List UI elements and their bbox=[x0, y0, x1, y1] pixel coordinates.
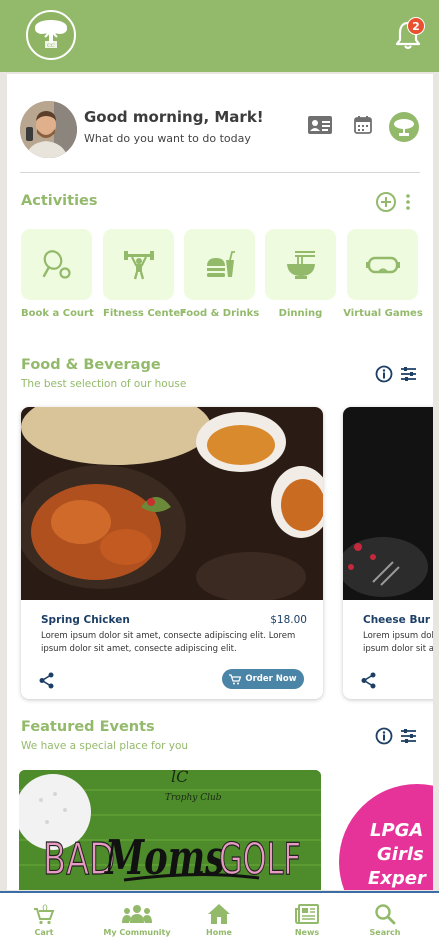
member-card-icon[interactable] bbox=[307, 115, 333, 135]
calendar-icon[interactable] bbox=[353, 115, 373, 135]
event-image: LPGA Girls Exper bbox=[339, 784, 433, 890]
event-image: lC Trophy Club BAD Moms GOLF bbox=[19, 770, 321, 890]
svg-text:LPGA: LPGA bbox=[370, 820, 423, 841]
info-icon[interactable] bbox=[375, 365, 393, 383]
notification-badge: 2 bbox=[407, 17, 425, 35]
weightlifting-icon bbox=[123, 250, 154, 279]
vr-headset-icon bbox=[365, 256, 400, 273]
activity-label: Book a Court bbox=[21, 308, 94, 319]
event-card[interactable]: LPGA Girls Exper bbox=[332, 770, 433, 890]
top-bar: CC 2 bbox=[0, 0, 439, 72]
activities-title: Activities bbox=[21, 193, 98, 209]
greeting-subtitle: What do you want to do today bbox=[84, 132, 251, 145]
svg-text:CC: CC bbox=[47, 43, 55, 49]
svg-text:Girls: Girls bbox=[377, 844, 424, 865]
nav-cart[interactable]: 0 Cart bbox=[4, 903, 84, 937]
tree-logo-icon: CC bbox=[35, 20, 67, 49]
greeting-section: Good morning, Mark! What do you want to … bbox=[20, 101, 420, 161]
cart-count: 0 bbox=[42, 904, 48, 914]
food-card-price: $18.00 bbox=[270, 614, 307, 626]
nav-label: Search bbox=[369, 928, 401, 937]
nav-label: Home bbox=[206, 928, 232, 937]
food-card[interactable]: Spring Chicken $18.00 Lorem ipsum dolor … bbox=[21, 407, 323, 699]
activity-label: Dinning bbox=[278, 308, 323, 319]
food-section-title: Food & Beverage bbox=[21, 357, 161, 373]
food-section-subtitle: The best selection of our house bbox=[21, 378, 187, 390]
tennis-racket-icon bbox=[42, 249, 71, 279]
activity-food-drinks[interactable] bbox=[184, 229, 255, 300]
user-photo bbox=[20, 101, 77, 158]
food-card[interactable]: Cheese Bur Lorem ipsum dolor sit amet, c… bbox=[343, 407, 433, 699]
bottom-nav: 0 Cart My Community Home News Search bbox=[0, 891, 439, 949]
share-icon[interactable] bbox=[361, 672, 377, 689]
cart-icon bbox=[229, 673, 242, 684]
info-icon[interactable] bbox=[375, 727, 393, 745]
filter-sliders-icon[interactable] bbox=[400, 727, 417, 745]
event-title-mid: Moms bbox=[104, 830, 225, 886]
svg-text:Exper: Exper bbox=[368, 868, 427, 889]
nav-news[interactable]: News bbox=[267, 903, 347, 937]
food-image bbox=[21, 407, 323, 600]
activity-book-a-court[interactable] bbox=[21, 229, 92, 300]
food-image bbox=[343, 407, 433, 600]
share-icon[interactable] bbox=[39, 672, 55, 689]
food-card-name: Spring Chicken bbox=[41, 614, 130, 626]
noodle-bowl-icon bbox=[286, 250, 315, 279]
nav-home[interactable]: Home bbox=[179, 903, 259, 937]
activity-label: Food & Drinks bbox=[179, 308, 260, 319]
divider bbox=[20, 172, 420, 173]
news-icon bbox=[295, 904, 319, 924]
nav-label: My Community bbox=[103, 928, 171, 937]
svg-text:Trophy Club: Trophy Club bbox=[165, 793, 222, 803]
event-card[interactable]: lC Trophy Club BAD Moms GOLF bbox=[19, 770, 321, 890]
activity-fitness-center[interactable] bbox=[103, 229, 174, 300]
community-icon bbox=[122, 905, 152, 923]
nav-my-community[interactable]: My Community bbox=[97, 903, 177, 937]
more-vertical-icon[interactable] bbox=[405, 193, 411, 211]
food-card-description: Lorem ipsum dolor sit amet, consecte adi… bbox=[41, 631, 296, 654]
activity-label: Virtual Games bbox=[343, 308, 423, 319]
order-now-button[interactable]: Order Now bbox=[222, 669, 304, 689]
main-content: Good morning, Mark! What do you want to … bbox=[7, 74, 433, 890]
nav-label: News bbox=[294, 928, 320, 937]
food-card-description: Lorem ipsum dolor sit amet, consecte adi… bbox=[363, 631, 433, 654]
order-now-label: Order Now bbox=[245, 674, 297, 684]
activity-dinning[interactable] bbox=[265, 229, 336, 300]
add-circle-icon[interactable] bbox=[375, 191, 397, 213]
activity-label: Fitness Center bbox=[103, 308, 186, 319]
nav-search[interactable]: Search bbox=[345, 903, 425, 937]
food-card-name: Cheese Bur bbox=[363, 614, 431, 626]
avatar[interactable] bbox=[20, 101, 77, 158]
burger-drink-icon bbox=[206, 250, 235, 277]
activity-virtual-games[interactable] bbox=[347, 229, 418, 300]
filter-sliders-icon[interactable] bbox=[400, 365, 417, 383]
events-section-title: Featured Events bbox=[21, 719, 155, 735]
club-logo[interactable]: CC bbox=[26, 10, 76, 60]
greeting-title: Good morning, Mark! bbox=[84, 108, 264, 126]
search-icon bbox=[375, 904, 396, 925]
club-emblem-icon[interactable] bbox=[388, 111, 420, 143]
event-title-right: GOLF bbox=[219, 834, 301, 885]
events-section-subtitle: We have a special place for you bbox=[21, 740, 189, 752]
svg-text:lC: lC bbox=[171, 770, 188, 786]
nav-label: Cart bbox=[34, 928, 54, 937]
cart-icon: 0 bbox=[34, 904, 55, 925]
home-icon bbox=[208, 904, 230, 924]
